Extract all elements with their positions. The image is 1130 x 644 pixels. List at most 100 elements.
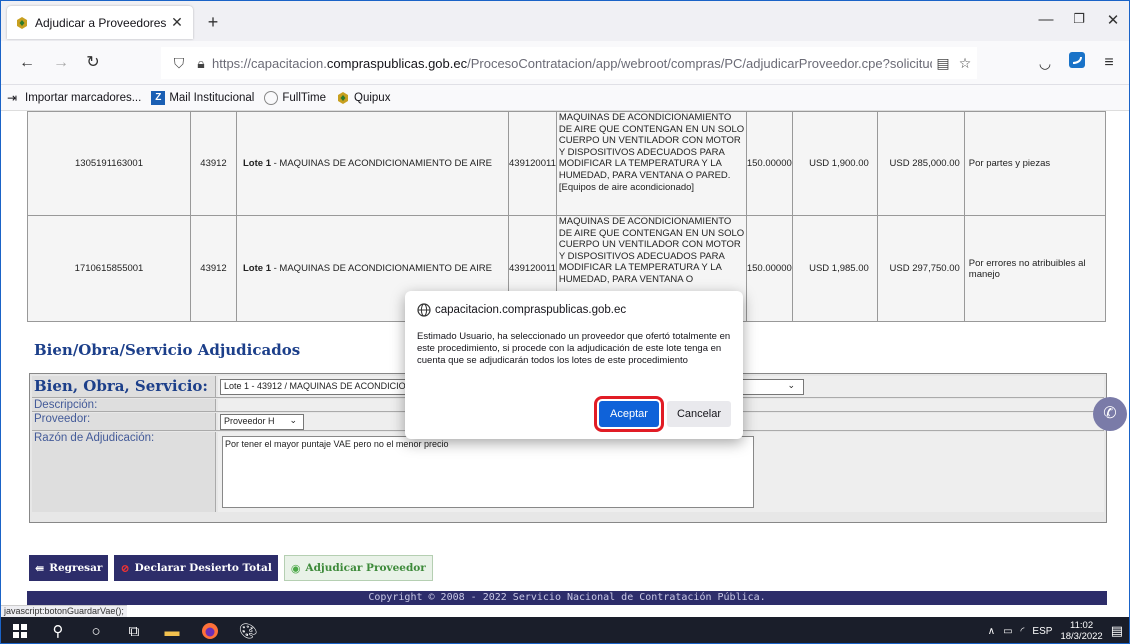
window-close-icon[interactable]: ✕ — [1098, 11, 1128, 29]
section-title: Bien/Obra/Servicio Adjudicados — [34, 341, 301, 359]
language-indicator[interactable]: ESP — [1032, 626, 1052, 637]
windows-taskbar: ⚲ ○ ⧉ ▬ 🎨︎ ∧ ▭ ◜ ESP 11:02 18/3/2022 ▤ — [1, 617, 1129, 643]
cpc-cell: 43912 — [190, 215, 237, 322]
minimize-icon[interactable]: — — [1031, 11, 1061, 28]
razon-textarea[interactable]: Por tener el mayor puntaje VAE pero no e… — [222, 436, 754, 508]
import-icon: ⇥ — [7, 90, 18, 105]
reason-cell: Por errores no atribuibles al manejo — [963, 215, 1107, 322]
quipux-icon — [338, 91, 349, 104]
site-favicon-icon — [17, 16, 27, 29]
back-button[interactable]: ⇚ Regresar — [29, 555, 109, 581]
desierto-button-label: Declarar Desierto Total — [134, 562, 272, 574]
circle-icon — [264, 90, 279, 105]
cancel-button[interactable]: Cancelar — [666, 401, 731, 427]
url-text: https://capacitacion.compraspublicas.gob… — [212, 55, 932, 71]
extension-icon[interactable] — [1065, 51, 1089, 75]
clock[interactable]: 11:02 18/3/2022 — [1060, 620, 1102, 642]
clock-time: 11:02 — [1070, 620, 1094, 631]
screen: Adjudicar a Proveedores ✕ + — ❐ ✕ ← → ↻ … — [0, 0, 1130, 644]
chevron-down-icon: ⌄ — [289, 415, 297, 425]
descripcion-label: Descripción: — [32, 399, 216, 411]
tab-close-icon[interactable]: ✕ — [169, 14, 185, 31]
bien-select-value: Lote 1 - 43912 / MAQUINAS DE ACONDICIONA — [224, 381, 419, 391]
address-bar[interactable]: ⛉ 🔒︎ https://capacitacion.compraspublica… — [161, 47, 977, 79]
check-circle-icon: ◉ — [290, 561, 301, 575]
dialog-buttons: Aceptar Cancelar — [593, 396, 731, 432]
total-price-cell: USD 285,000.00 — [876, 111, 965, 216]
quantity-cell: 150.00000 — [745, 215, 793, 322]
bien-label: Bien, Obra, Servicio: — [32, 376, 216, 397]
code-cell: 439120011 — [508, 111, 557, 216]
bookmark-import[interactable]: ⇥ Importar marcadores... — [7, 91, 141, 105]
forward-arrow-icon[interactable]: → — [49, 51, 73, 75]
globe-icon — [417, 303, 431, 317]
chat-bubble-icon[interactable]: ✆ — [1093, 397, 1127, 431]
page-content: 1305191163001 43912 Lote 1 - MAQUINAS DE… — [1, 111, 1129, 605]
total-price-cell: USD 297,750.00 — [876, 215, 965, 322]
zimbra-icon: Z — [151, 90, 166, 105]
bookmark-label: Mail Institucional — [169, 91, 255, 104]
navigation-bar: ← → ↻ ⛉ 🔒︎ https://capacitacion.comprasp… — [1, 41, 1129, 85]
proveedor-select[interactable]: Proveedor H ⌄ — [220, 414, 304, 430]
tab-title: Adjudicar a Proveedores — [35, 15, 167, 30]
bookmarks-bar: ⇥ Importar marcadores... Z Mail Instituc… — [1, 85, 1129, 111]
wifi-icon[interactable]: ◜ — [1021, 626, 1025, 637]
lock-icon[interactable]: 🔒︎ — [190, 55, 212, 72]
proveedor-label: Proveedor: — [32, 413, 216, 430]
accept-button[interactable]: Aceptar — [593, 396, 664, 432]
footer-copyright: Copyright © 2008 - 2022 Servicio Naciona… — [27, 591, 1107, 605]
file-explorer-icon[interactable]: ▬ — [153, 617, 191, 643]
back-button-label: Regresar — [49, 562, 103, 574]
search-icon[interactable]: ⚲ — [39, 617, 77, 643]
bookmark-star-icon[interactable]: ☆ — [954, 55, 976, 72]
reader-view-icon[interactable]: ▤ — [932, 55, 954, 72]
chevron-up-icon[interactable]: ∧ — [988, 626, 995, 637]
action-buttons: ⇚ Regresar ⊘ Declarar Desierto Total ◉ A… — [29, 555, 433, 581]
description-cell: MAQUINAS DE ACONDICIONAMIENTO DE AIRE QU… — [555, 111, 747, 216]
lote-cell: Lote 1 - MAQUINAS DE ACONDICIONAMIENTO D… — [236, 111, 509, 216]
bookmark-fulltime[interactable]: FullTime — [264, 90, 327, 105]
tab-strip: Adjudicar a Proveedores ✕ + — ❐ ✕ — [1, 1, 1129, 41]
new-tab-icon[interactable]: + — [201, 11, 225, 35]
browser-tab[interactable]: Adjudicar a Proveedores ✕ — [7, 6, 193, 39]
cpc-cell: 43912 — [190, 111, 237, 216]
proveedor-select-value: Proveedor H — [224, 416, 275, 426]
chevron-down-icon: ⌄ — [787, 380, 795, 390]
unit-price-cell: USD 1,900.00 — [791, 111, 878, 216]
task-view-icon[interactable]: ⧉ — [115, 617, 153, 643]
confirm-dialog: capacitacion.compraspublicas.gob.ec Esti… — [405, 291, 743, 439]
menu-icon[interactable]: ≡ — [1097, 51, 1121, 75]
pocket-icon[interactable]: ◡ — [1033, 51, 1057, 75]
firefox-icon[interactable] — [191, 617, 229, 643]
shield-icon[interactable]: ⛉ — [168, 55, 190, 72]
windows-start-icon[interactable] — [1, 617, 39, 643]
notifications-icon[interactable]: ▤ — [1111, 623, 1123, 639]
bookmark-label: Quipux — [354, 91, 391, 104]
dialog-header: capacitacion.compraspublicas.gob.ec — [417, 303, 731, 317]
reload-icon[interactable]: ↻ — [81, 51, 105, 75]
restore-icon[interactable]: ❐ — [1064, 11, 1094, 27]
dialog-message: Estimado Usuario, ha seleccionado un pro… — [417, 331, 731, 366]
battery-icon[interactable]: ▭ — [1003, 626, 1012, 637]
back-arrow-icon[interactable]: ← — [15, 51, 39, 75]
razon-row: Razón de Adjudicación: Por tener el mayo… — [32, 432, 1104, 512]
table-row: 1305191163001 43912 Lote 1 - MAQUINAS DE… — [27, 111, 1107, 216]
unit-price-cell: USD 1,985.00 — [791, 215, 878, 322]
adjudicar-button-label: Adjudicar Proveedor — [305, 562, 426, 574]
dialog-origin: capacitacion.compraspublicas.gob.ec — [435, 304, 627, 316]
adjudicar-button[interactable]: ◉ Adjudicar Proveedor — [283, 555, 433, 581]
reason-cell: Por partes y piezas — [963, 111, 1107, 216]
clock-date: 18/3/2022 — [1060, 631, 1103, 642]
bookmark-quipux[interactable]: Quipux — [336, 91, 390, 105]
declarar-desierto-button[interactable]: ⊘ Declarar Desierto Total — [114, 555, 278, 581]
cortana-icon[interactable]: ○ — [77, 617, 115, 643]
double-arrow-left-icon: ⇚ — [35, 561, 45, 575]
quantity-cell: 150.00000 — [745, 111, 793, 216]
paint-icon[interactable]: 🎨︎ — [229, 617, 267, 643]
bookmark-label: FullTime — [282, 91, 327, 104]
ruc-cell: 1710615855001 — [27, 215, 191, 322]
bookmark-mail[interactable]: Z Mail Institucional — [151, 90, 255, 105]
ruc-cell: 1305191163001 — [27, 111, 191, 216]
prohibited-icon: ⊘ — [120, 561, 130, 575]
system-tray: ∧ ▭ ◜ ESP 11:02 18/3/2022 ▤ — [988, 617, 1129, 643]
